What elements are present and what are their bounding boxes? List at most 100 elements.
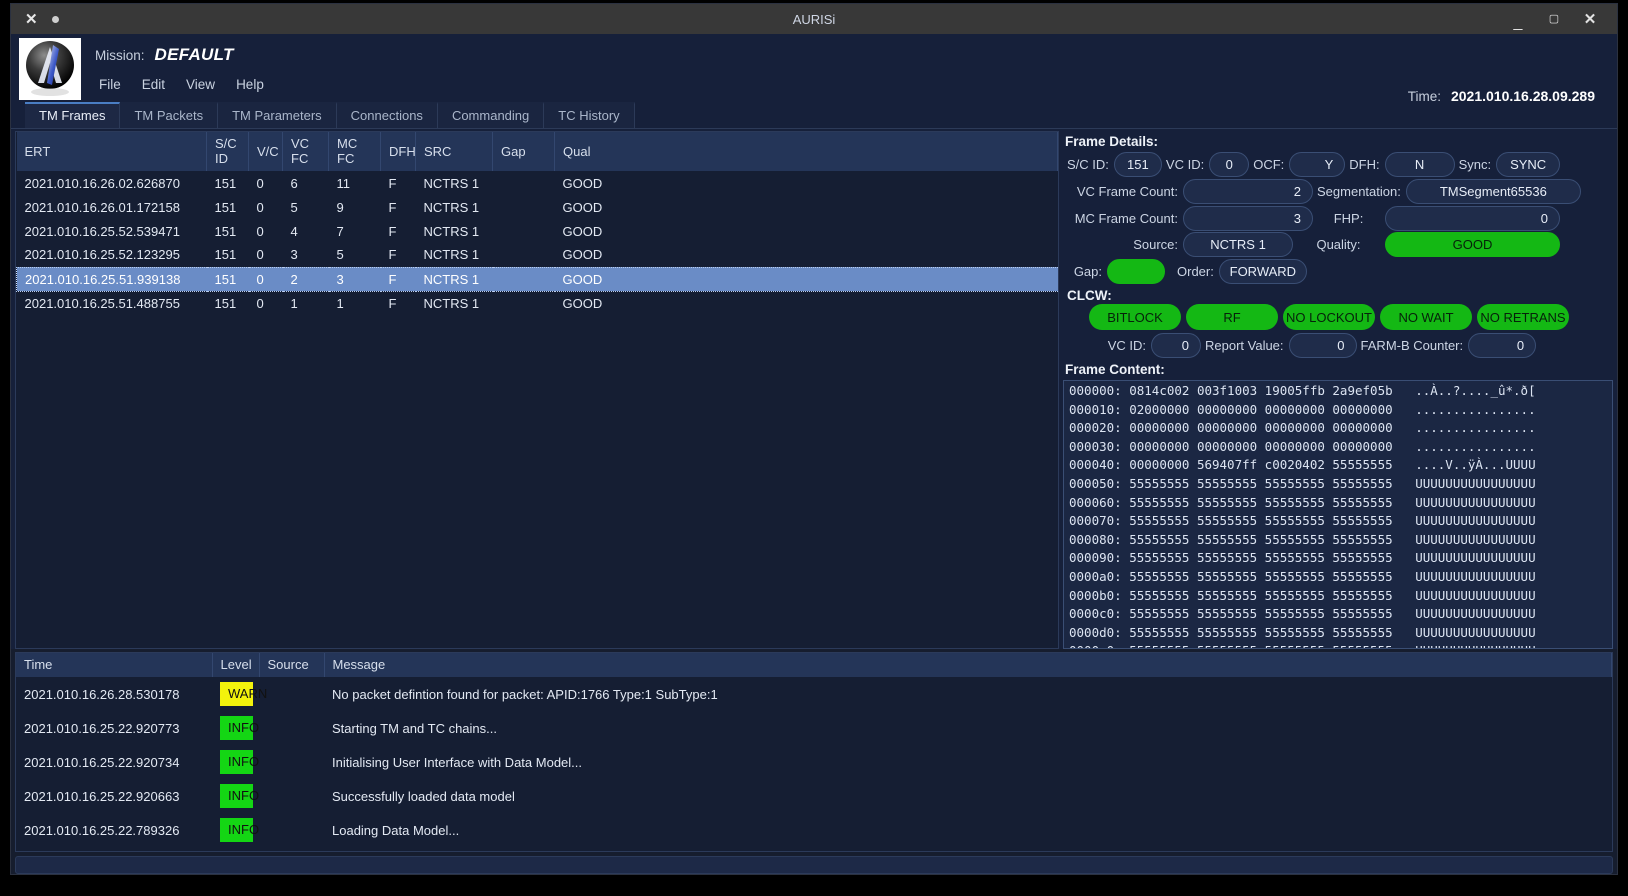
cell-vc: 0	[256, 247, 264, 263]
hexdump-line: 000010: 02000000 00000000 00000000 00000…	[1069, 401, 1536, 417]
vc-frame-count-value[interactable]: 2	[1183, 178, 1313, 204]
hexdump-ascii: ..À..?...._û*.ð[	[1415, 382, 1536, 398]
menu-edit[interactable]: Edit	[134, 75, 173, 94]
window-close-left-icon[interactable]: ✕	[25, 12, 38, 27]
tab-tm-parameters[interactable]: TM Parameters	[218, 102, 337, 128]
cell-ert: 2021.010.16.25.51.488755	[24, 295, 180, 311]
col-header-mcfc[interactable]: MC FC	[328, 132, 381, 171]
col-header-vcfc[interactable]: VC FC	[282, 132, 329, 171]
status-badge: WARN	[220, 682, 267, 706]
tab-connections[interactable]: Connections	[336, 102, 438, 128]
cell-mcfc: 11	[336, 175, 351, 191]
log-time: 2021.010.16.26.28.530178	[24, 686, 180, 702]
mission-label: Mission:	[95, 48, 145, 63]
cell-qual: GOOD	[562, 223, 603, 239]
list-item[interactable]: 2021.010.16.25.22.789326 INFO Loading Da…	[16, 813, 1612, 847]
tm-frames-table-body: 2021.010.16.26.02.626870 151 0 6 11 F NC…	[16, 171, 1058, 315]
col-header-dfh[interactable]: DFH	[380, 132, 416, 171]
window-title: AURISi	[792, 11, 836, 27]
cell-gap	[493, 171, 555, 195]
tab-commanding[interactable]: Commanding	[437, 102, 545, 128]
cell-dfh: F	[380, 266, 416, 292]
hexdump-line: 0000c0: 55555555 55555555 55555555 55555…	[1069, 606, 1536, 622]
cell-vcfc: 5	[290, 199, 298, 215]
hexdump-offset: 000030	[1069, 438, 1115, 454]
table-row[interactable]: 2021.010.16.26.01.172158 151 0 5 9 F NCT…	[17, 195, 1058, 219]
menu-view[interactable]: View	[178, 75, 223, 94]
sync-label: Sync:	[1458, 156, 1492, 172]
hexdump-ascii: UUUUUUUUUUUUUUUU	[1415, 531, 1536, 547]
hexdump-bytes: 55555555 55555555 55555555 55555555	[1129, 587, 1393, 603]
order-value[interactable]: FORWARD	[1218, 259, 1307, 285]
table-row[interactable]: 2021.010.16.25.51.488755 151 0 1 1 F NCT…	[17, 291, 1058, 315]
clcw-vcid-value[interactable]: 0	[1151, 333, 1201, 359]
cell-ert: 2021.010.16.25.52.539471	[24, 223, 180, 239]
clcw-report-value[interactable]: 0	[1288, 333, 1357, 359]
col-header-gap[interactable]: Gap	[492, 132, 555, 171]
cell-mcfc: 1	[336, 295, 344, 311]
log-level-cell: INFO	[212, 779, 259, 813]
tab-tc-history[interactable]: TC History	[544, 102, 635, 128]
col-header-src[interactable]: SRC	[415, 132, 493, 171]
log-time: 2021.010.16.25.22.920663	[24, 788, 180, 804]
frame-details-title: Frame Details:	[1065, 134, 1159, 149]
status-badge: INFO	[220, 818, 259, 842]
frame-content-hexdump[interactable]: 000000: 0814c002 003f1003 19005ffb 2a9ef…	[1063, 379, 1613, 649]
menu-file[interactable]: File	[91, 75, 129, 94]
vcid-value[interactable]: 0	[1209, 151, 1250, 177]
log-source	[259, 745, 324, 779]
log-col-source[interactable]: Source	[259, 653, 325, 677]
menu-help[interactable]: Help	[228, 75, 272, 94]
cell-vc: 0	[248, 266, 283, 292]
fhp-value[interactable]: 0	[1385, 205, 1560, 231]
table-row[interactable]: 2021.010.16.25.52.539471 151 0 4 7 F NCT…	[17, 219, 1058, 243]
cell-scid: 151	[214, 247, 237, 263]
list-item[interactable]: 2021.010.16.25.22.920773 INFO Starting T…	[16, 711, 1612, 745]
sync-value[interactable]: SYNC	[1496, 151, 1561, 177]
close-icon[interactable]: ✕	[1583, 12, 1597, 27]
mc-frame-count-value[interactable]: 3	[1183, 205, 1313, 231]
cell-vc: 0	[256, 223, 264, 239]
window-dot-icon[interactable]	[51, 15, 59, 23]
log-col-level[interactable]: Level	[212, 653, 260, 677]
col-header-scid[interactable]: S/C ID	[206, 132, 249, 171]
log-col-message[interactable]: Message	[324, 653, 1612, 677]
main-content-split: ERT S/C ID V/C VC FC MC FC DFH SRC Gap Q…	[11, 129, 1617, 649]
fhp-label: FHP:	[1333, 210, 1364, 226]
vcid-label: VC ID:	[1165, 156, 1205, 172]
col-header-vc[interactable]: V/C	[248, 132, 283, 171]
cell-vcfc: 2	[282, 266, 329, 292]
col-header-ert[interactable]: ERT	[16, 132, 207, 171]
maximize-icon[interactable]: ▢	[1547, 13, 1561, 25]
source-value[interactable]: NCTRS 1	[1183, 232, 1293, 258]
log-col-time[interactable]: Time	[16, 653, 213, 677]
table-row[interactable]: 2021.010.16.25.52.123295 151 0 3 5 F NCT…	[17, 243, 1058, 267]
table-row[interactable]: 2021.010.16.26.02.626870 151 0 6 11 F NC…	[17, 171, 1058, 195]
list-item[interactable]: 2021.010.16.26.28.530178 WARN No packet …	[16, 677, 1612, 711]
dfh-value[interactable]: N	[1384, 151, 1455, 177]
details-row-source-quality: Source: NCTRS 1 Quality: GOOD	[1063, 231, 1613, 258]
minimize-icon[interactable]: _	[1511, 15, 1525, 31]
cell-gap	[493, 243, 555, 267]
table-row-selected[interactable]: 2021.010.16.25.51.939138 151 0 2 3 F NCT…	[16, 266, 1058, 292]
tm-frames-table-panel: ERT S/C ID V/C VC FC MC FC DFH SRC Gap Q…	[15, 131, 1059, 649]
mission-line: Mission: DEFAULT	[95, 45, 272, 69]
clcw-farmb-label: FARM-B Counter:	[1360, 338, 1464, 354]
log-message: Successfully loaded data model	[332, 788, 515, 804]
segmentation-value[interactable]: TMSegment65536	[1405, 178, 1581, 204]
tab-tm-packets[interactable]: TM Packets	[120, 102, 219, 128]
hexdump-bytes: 00000000 569407ff c0020402 55555555	[1129, 457, 1393, 473]
application-header: Mission: DEFAULT File Edit View Help Tim…	[11, 34, 1617, 104]
hexdump-bytes: 55555555 55555555 55555555 55555555	[1129, 643, 1392, 648]
list-item[interactable]: 2021.010.16.25.22.920663 INFO Successful…	[16, 779, 1612, 813]
clcw-farmb-value[interactable]: 0	[1468, 333, 1537, 359]
list-item[interactable]: 2021.010.16.25.22.920734 INFO Initialisi…	[16, 745, 1612, 779]
hexdump-ascii: UUUUUUUUUUUUUUUU	[1415, 643, 1535, 648]
hexdump-bytes: 02000000 00000000 00000000 00000000	[1129, 401, 1393, 417]
scid-value[interactable]: 151	[1113, 151, 1162, 177]
cell-vcfc: 3	[290, 247, 298, 263]
ocf-value[interactable]: Y	[1289, 151, 1346, 177]
col-header-qual[interactable]: Qual	[554, 132, 1058, 171]
tab-tm-frames[interactable]: TM Frames	[25, 102, 121, 128]
segmentation-label: Segmentation:	[1317, 183, 1401, 199]
